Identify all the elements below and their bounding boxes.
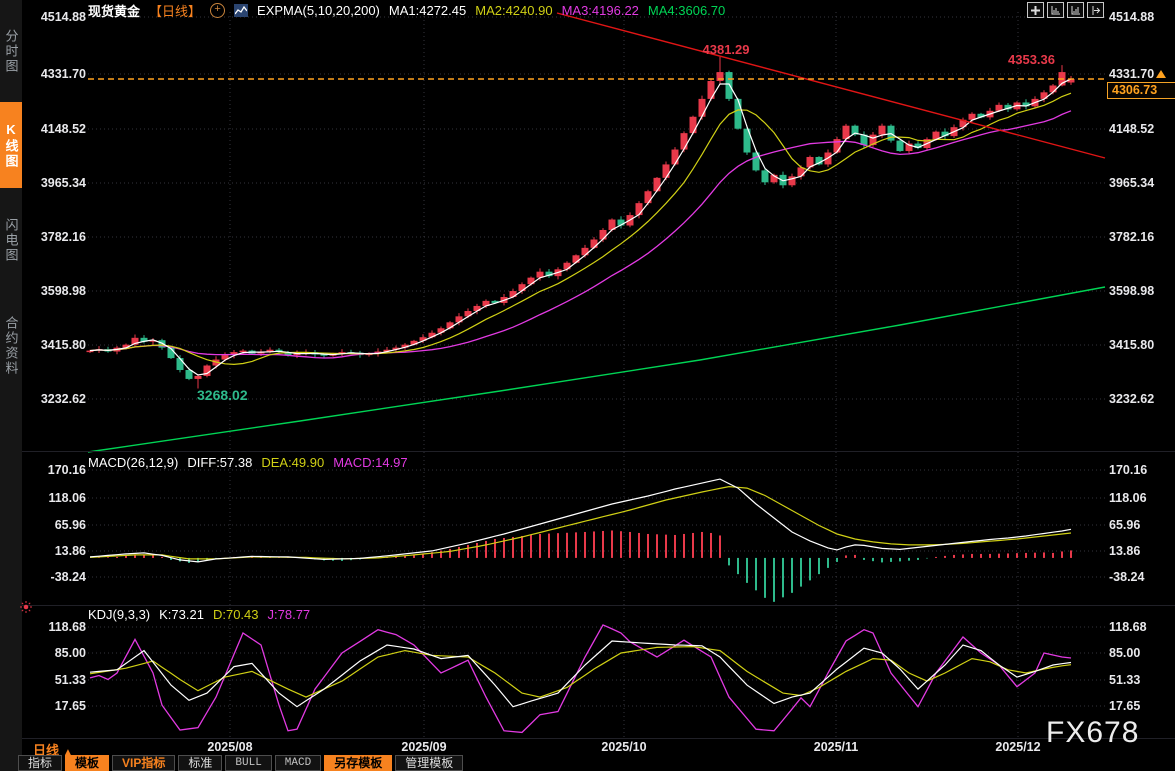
price-axis-tick-label: 3782.16 bbox=[40, 230, 86, 244]
macd-dea-value: DEA:49.90 bbox=[261, 455, 325, 470]
overlay-indicator-label: EXPMA(5,10,20,200) bbox=[257, 3, 380, 18]
price-axis-tick-label: 3598.98 bbox=[40, 284, 86, 298]
kdj-axis-tick-label: 118.68 bbox=[48, 620, 86, 634]
peak-price-label: 4381.29 bbox=[702, 42, 750, 57]
macd-diff-value: DIFF:57.38 bbox=[187, 455, 253, 470]
macd-panel-header: MACD(26,12,9) DIFF:57.38 DEA:49.90 MACD:… bbox=[88, 455, 408, 470]
time-axis-month-label: 2025/11 bbox=[813, 740, 859, 754]
ma2-value: MA2:4240.90 bbox=[475, 3, 553, 18]
macd-axis-tick-label: 118.06 bbox=[48, 491, 86, 505]
watermark: FX678 bbox=[1046, 716, 1140, 749]
tab-vip-indicators[interactable]: VIP指标 bbox=[112, 755, 176, 771]
macd-axis-tick-label: -38.24 bbox=[50, 570, 86, 584]
time-axis-month-label: 2025/09 bbox=[401, 740, 447, 754]
price-axis-tick-label: 4514.88 bbox=[1109, 10, 1155, 24]
macd-title: MACD(26,12,9) bbox=[88, 455, 179, 470]
price-axis-tick-label: 4148.52 bbox=[40, 122, 86, 136]
ma4-value: MA4:3606.70 bbox=[647, 3, 726, 18]
panel-divider bbox=[22, 451, 1175, 452]
macd-axis-tick-label: 170.16 bbox=[47, 463, 86, 477]
period-tag: 【日线】 bbox=[149, 4, 202, 19]
kdj-axis-tick-label: 118.68 bbox=[1109, 620, 1147, 634]
time-axis: 日线 ▲ 2025/08 2025/09 2025/10 2025/11 2025/12 bbox=[0, 739, 1175, 758]
price-axis-tick-label: 4148.52 bbox=[1109, 122, 1155, 136]
tab-manage-templates[interactable]: 管理模板 bbox=[395, 755, 464, 771]
tab-save-template[interactable]: 另存模板 bbox=[324, 755, 393, 771]
macd-axis-tick-label: 170.16 bbox=[1109, 463, 1148, 477]
macd-axis-tick-label: 65.96 bbox=[1109, 518, 1141, 532]
macd-axis-tick-label: -38.24 bbox=[1109, 570, 1145, 584]
price-axis-tick-label: 3232.62 bbox=[1109, 392, 1155, 406]
price-axis-tick-label: 3415.80 bbox=[40, 338, 86, 352]
kdj-axis-tick-label: 51.33 bbox=[1109, 673, 1141, 687]
price-axis-tick-label: 3598.98 bbox=[1109, 284, 1155, 298]
price-axis-tick-label: 4331.70 bbox=[40, 67, 86, 81]
kdj-axis-tick-label: 85.00 bbox=[54, 646, 86, 660]
macd-axis-tick-label: 13.86 bbox=[54, 544, 86, 558]
price-axis-tick-label: 3415.80 bbox=[1109, 338, 1155, 352]
kdj-axis-tick-label: 85.00 bbox=[1109, 646, 1141, 660]
price-axis-tick-label: 3782.16 bbox=[1109, 230, 1155, 244]
layout-grid-icon[interactable] bbox=[1027, 2, 1044, 18]
price-axis-tick-label: 3965.34 bbox=[40, 176, 86, 190]
low-price-label: 3268.02 bbox=[197, 387, 248, 403]
chart-toolbar bbox=[1027, 2, 1104, 18]
recent-high-price-label: 4353.36 bbox=[1008, 52, 1055, 67]
price-axis-tick-label: 4514.88 bbox=[40, 10, 86, 24]
price-axis-tick-label: 3232.62 bbox=[40, 392, 86, 406]
macd-axis-tick-label: 65.96 bbox=[54, 518, 86, 532]
indicator-panel-alt-icon[interactable] bbox=[1067, 2, 1084, 18]
tab-bull[interactable]: BULL bbox=[225, 755, 272, 771]
chart-header: 现货黄金 【日线】 + EXPMA(5,10,20,200) MA1:4272.… bbox=[88, 2, 725, 19]
kdj-panel-header: KDJ(9,3,3) K:73.21 D:70.43 J:78.77 bbox=[88, 607, 310, 622]
add-indicator-icon[interactable]: + bbox=[210, 3, 226, 18]
trading-app-window: 分时图 K线图 闪电图 合约资料 现货黄金 【日线】 + EXPMA(5,10,… bbox=[0, 0, 1175, 771]
kdj-d-value: D:70.43 bbox=[212, 607, 259, 622]
expand-panel-icon[interactable] bbox=[1087, 2, 1104, 18]
indicator-panel-icon[interactable] bbox=[1047, 2, 1064, 18]
chart-canvas[interactable] bbox=[0, 0, 1175, 771]
tab-macd[interactable]: MACD bbox=[274, 755, 322, 771]
kdj-title: KDJ(9,3,3) bbox=[88, 607, 151, 622]
price-axis-tick-label: 3965.34 bbox=[1109, 176, 1155, 190]
kdj-j-value: J:78.77 bbox=[267, 607, 311, 622]
indicator-status-icon[interactable] bbox=[19, 600, 33, 619]
tab-indicators[interactable]: 指标 bbox=[18, 755, 63, 771]
time-axis-month-label: 2025/10 bbox=[601, 740, 647, 754]
kdj-k-value: K:73.21 bbox=[159, 607, 204, 622]
bottom-tab-bar: 指标 模板 VIP指标 标准 BULL MACD 另存模板 管理模板 bbox=[18, 755, 464, 771]
ma1-value: MA1:4272.45 bbox=[388, 3, 467, 18]
kdj-axis-tick-label: 17.65 bbox=[1109, 699, 1141, 713]
tab-standard[interactable]: 标准 bbox=[178, 755, 223, 771]
macd-axis-tick-label: 13.86 bbox=[1109, 544, 1141, 558]
symbol-title: 现货黄金 bbox=[88, 4, 141, 19]
price-axis-tick-label: 4331.70 bbox=[1109, 67, 1155, 81]
macd-macd-value: MACD:14.97 bbox=[333, 455, 408, 470]
kdj-axis-tick-label: 51.33 bbox=[54, 673, 86, 687]
panel-divider bbox=[22, 605, 1175, 606]
tab-templates[interactable]: 模板 bbox=[65, 755, 110, 771]
current-price-box: 4306.73 bbox=[1107, 82, 1175, 99]
macd-axis-tick-label: 118.06 bbox=[1109, 491, 1147, 505]
chart-type-icon bbox=[234, 4, 249, 17]
time-axis-month-label: 2025/08 bbox=[207, 740, 253, 754]
kdj-axis-tick-label: 17.65 bbox=[54, 699, 86, 713]
ma3-value: MA3:4196.22 bbox=[561, 3, 639, 18]
